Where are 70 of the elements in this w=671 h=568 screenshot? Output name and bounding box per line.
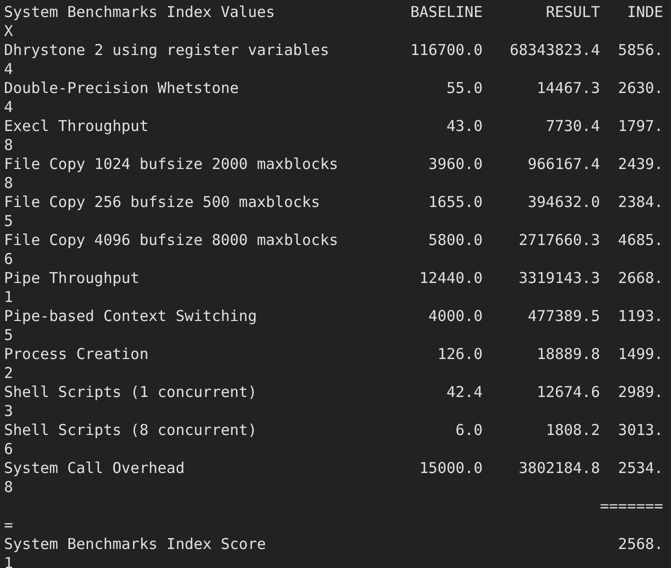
result-value: 966167.4: [528, 155, 600, 174]
benchmark-name: System Call Overhead: [4, 459, 185, 478]
index-value: 2534.: [618, 459, 664, 478]
column-header: RESULT: [546, 3, 600, 22]
index-value: 3013.: [618, 421, 664, 440]
index-value: 1499.: [618, 345, 664, 364]
wrapped-digit: 4: [4, 60, 14, 78]
result-value: 394632.0: [528, 193, 600, 212]
baseline-value: 126.0: [437, 345, 483, 364]
result-value: 2717660.3: [518, 231, 600, 250]
wrapped-digit: 5: [4, 212, 14, 230]
benchmark-name: Dhrystone 2 using register variables: [4, 41, 330, 60]
baseline-value: 6.0: [456, 421, 483, 440]
index-value: 2384.: [618, 193, 664, 212]
benchmark-name: Shell Scripts (8 concurrent): [4, 421, 257, 440]
index-value: 2439.: [618, 155, 664, 174]
result-value: 18889.8: [536, 345, 600, 364]
benchmark-name: File Copy 256 bufsize 500 maxblocks: [4, 193, 320, 212]
wrapped-digit: 8: [4, 174, 14, 192]
result-value: 68343823.4: [510, 41, 600, 60]
table-title: System Benchmarks Index Values: [4, 3, 275, 22]
baseline-value: 12440.0: [419, 269, 483, 288]
baseline-value: 4000.0: [428, 307, 483, 326]
column-header: BASELINE: [410, 3, 483, 22]
result-value: 12674.6: [536, 383, 600, 402]
wrapped-digit: 8: [4, 136, 14, 154]
index-value: 2668.: [618, 269, 664, 288]
result-value: 14467.3: [536, 79, 600, 98]
column-header: INDE: [627, 3, 664, 22]
wrapped-digit: 4: [4, 98, 14, 116]
benchmark-name: Pipe Throughput: [4, 269, 140, 288]
benchmark-name: Shell Scripts (1 concurrent): [4, 383, 257, 402]
wrapped-digit: 5: [4, 326, 14, 344]
wrapped-digit: 8: [4, 478, 14, 496]
benchmark-name: File Copy 4096 bufsize 8000 maxblocks: [4, 231, 338, 250]
score-value: 2568.: [618, 535, 664, 554]
index-value: 1193.: [618, 307, 664, 326]
baseline-value: 55.0: [446, 79, 483, 98]
wrapped-digit: 2: [4, 364, 14, 382]
benchmark-name: Execl Throughput: [4, 117, 148, 136]
result-value: 1808.2: [546, 421, 600, 440]
separator-line: =======: [600, 497, 664, 516]
wrapped-digit: 1: [4, 288, 14, 306]
wrapped-digit: 3: [4, 402, 14, 420]
index-value: 1797.: [618, 117, 664, 136]
index-value: 2630.: [618, 79, 664, 98]
wrapped-digit: 1: [4, 554, 14, 568]
baseline-value: 15000.0: [419, 459, 483, 478]
baseline-value: 3960.0: [428, 155, 483, 174]
benchmark-name: Process Creation: [4, 345, 148, 364]
wrapped-digit: 6: [4, 250, 14, 268]
baseline-value: 116700.0: [410, 41, 483, 60]
wrapped-character: X: [4, 22, 14, 40]
score-label: System Benchmarks Index Score: [4, 535, 266, 554]
result-value: 3802184.8: [518, 459, 600, 478]
benchmark-name: Double-Precision Whetstone: [4, 79, 239, 98]
result-value: 3319143.3: [518, 269, 600, 288]
benchmark-name: Pipe-based Context Switching: [4, 307, 257, 326]
index-value: 4685.: [618, 231, 664, 250]
baseline-value: 42.4: [446, 383, 483, 402]
baseline-value: 5800.0: [428, 231, 483, 250]
benchmark-name: File Copy 1024 bufsize 2000 maxblocks: [4, 155, 338, 174]
wrapped-character: =: [4, 516, 14, 534]
result-value: 7730.4: [546, 117, 600, 136]
index-value: 5856.: [618, 41, 664, 60]
result-value: 477389.5: [528, 307, 600, 326]
index-value: 2989.: [618, 383, 664, 402]
wrapped-digit: 6: [4, 440, 14, 458]
baseline-value: 1655.0: [428, 193, 483, 212]
baseline-value: 43.0: [446, 117, 483, 136]
